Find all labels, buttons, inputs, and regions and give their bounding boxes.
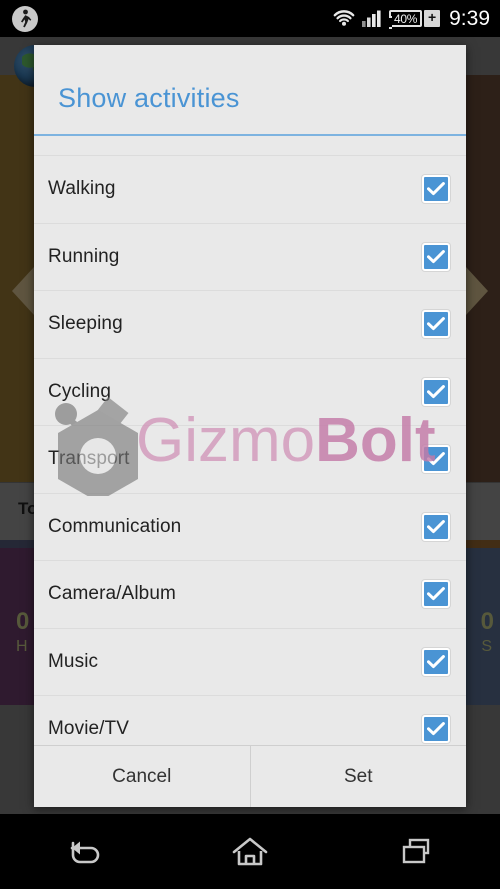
set-button[interactable]: Set <box>249 746 467 807</box>
list-item-checkbox[interactable] <box>422 580 450 609</box>
phone-screen: 40% + 9:39 To 0 H 0 S Show activities Wa… <box>0 0 500 889</box>
navigation-bar <box>0 814 500 889</box>
wifi-icon <box>333 10 355 27</box>
list-item-checkbox[interactable] <box>422 242 450 271</box>
list-item[interactable]: Running <box>34 224 466 291</box>
list-item-checkbox[interactable] <box>422 445 450 474</box>
list-item[interactable]: Communication <box>34 494 466 561</box>
list-item[interactable]: Music <box>34 629 466 696</box>
status-bar-left <box>0 5 38 32</box>
list-item[interactable]: Camera/Album <box>34 561 466 629</box>
dialog-list-top-spacer <box>34 136 466 156</box>
cellular-signal-icon <box>362 10 382 27</box>
list-item-label: Walking <box>48 178 116 200</box>
list-item[interactable]: Walking <box>34 156 466 224</box>
recents-icon[interactable] <box>372 822 462 882</box>
list-item-checkbox[interactable] <box>422 377 450 406</box>
status-bar: 40% + 9:39 <box>0 0 500 37</box>
list-item[interactable]: Sleeping <box>34 291 466 359</box>
status-bar-right: 40% + 9:39 <box>333 7 500 31</box>
dialog-title: Show activities <box>58 83 240 113</box>
battery-icon: 40% <box>389 10 423 29</box>
home-icon[interactable] <box>205 822 295 882</box>
battery-percent-label: 40% <box>394 11 418 26</box>
list-item-label: Sleeping <box>48 313 123 335</box>
activities-list[interactable]: Walking Running Sleeping Cycling Transpo… <box>34 156 466 745</box>
list-item-label: Music <box>48 650 99 672</box>
list-item-checkbox[interactable] <box>422 647 450 676</box>
cancel-button[interactable]: Cancel <box>34 746 250 807</box>
list-item-label: Cycling <box>48 380 111 402</box>
list-item-label: Running <box>48 245 120 267</box>
status-bar-clock: 9:39 <box>449 6 490 30</box>
dialog-button-bar: Cancel Set <box>34 745 466 807</box>
list-item-label: Movie/TV <box>48 718 130 740</box>
list-item-checkbox[interactable] <box>422 310 450 339</box>
list-item-checkbox[interactable] <box>422 175 450 204</box>
list-item[interactable]: Cycling <box>34 359 466 426</box>
battery-indicator: 40% + <box>389 10 441 29</box>
list-item-checkbox[interactable] <box>422 512 450 541</box>
list-item-label: Communication <box>48 515 182 537</box>
list-item-label: Camera/Album <box>48 583 176 605</box>
list-item[interactable]: Transport <box>34 426 466 494</box>
show-activities-dialog: Show activities Walking Running Sleeping <box>34 45 466 807</box>
battery-charging-icon: + <box>424 10 441 27</box>
list-item-checkbox[interactable] <box>422 715 450 744</box>
dialog-title-divider <box>34 134 466 136</box>
walking-person-icon <box>12 5 38 32</box>
list-item-label: Transport <box>48 448 130 470</box>
back-icon[interactable] <box>38 822 128 882</box>
list-item[interactable]: Movie/TV <box>34 696 466 745</box>
dialog-title-area: Show activities <box>34 45 466 136</box>
